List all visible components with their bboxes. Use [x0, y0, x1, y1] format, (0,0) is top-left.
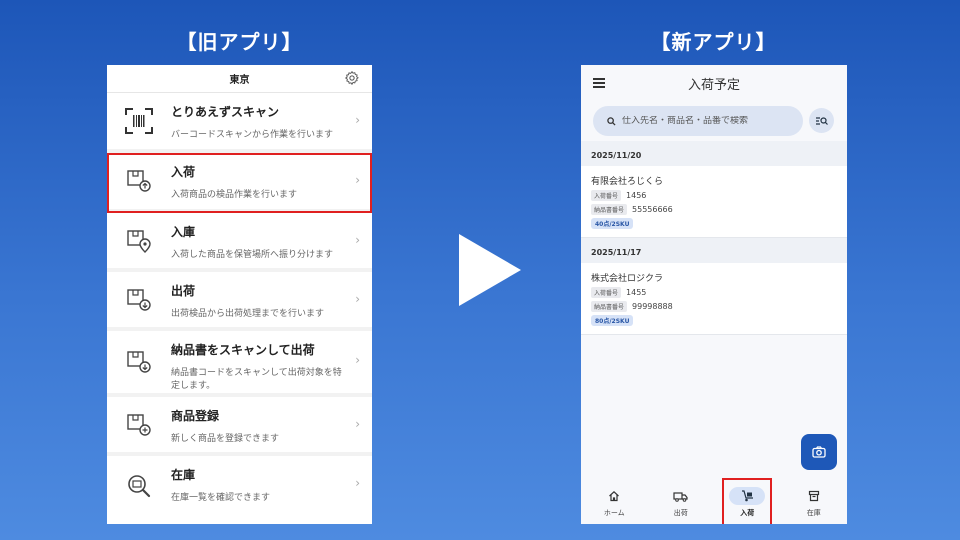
menu-item-desc: バーコードスキャンから作業を行います — [171, 130, 334, 140]
search-icon — [607, 116, 616, 126]
box-add-icon — [107, 397, 171, 452]
nav-label: ホーム — [603, 509, 625, 517]
chevron-right-icon: › — [355, 417, 360, 431]
menu-item-desc: 入荷商品の検品作業を行います — [171, 190, 298, 200]
app-bar: 入荷予定 — [581, 65, 847, 101]
arrival-no: 1455 — [626, 288, 647, 297]
camera-fab-button[interactable] — [801, 434, 837, 470]
menu-item-title: 入荷 — [171, 165, 196, 179]
menu-item-stock-in[interactable]: 入庫 入荷した商品を保管場所へ振り分けます › — [107, 213, 372, 272]
camera-icon — [812, 446, 826, 458]
old-app-heading: 【旧アプリ】 — [176, 30, 303, 54]
old-app-header: 東京 — [107, 65, 372, 93]
chevron-right-icon: › — [355, 173, 360, 187]
chevron-right-icon: › — [355, 476, 360, 490]
menu-item-title: 納品書をスキャンして出荷 — [171, 343, 315, 357]
search-bar[interactable] — [593, 106, 803, 136]
arrival-no: 1456 — [626, 191, 647, 200]
quantity-badge: 80点/2SKU — [591, 315, 634, 326]
menu-item-desc: 納品書コードをスキャンして出荷対象を特定します。 — [171, 368, 342, 391]
quantity-badge: 40点/2SKU — [591, 218, 634, 229]
menu-item-title: 在庫 — [171, 468, 196, 482]
menu-icon[interactable] — [593, 78, 605, 88]
box-icon — [796, 487, 832, 505]
chevron-right-icon: › — [355, 353, 360, 367]
box-invoice-icon — [107, 331, 171, 393]
arrival-list: 2025/11/20 有限会社ろじくら 入荷番号 1456 納品書番号 5555… — [581, 141, 847, 335]
nav-label: 在庫 — [806, 509, 821, 517]
date-header: 2025/11/20 — [581, 141, 847, 166]
new-app-screen: 入荷予定 2025/11/20 有限会社ろじくら 入荷番号 1456 — [581, 65, 847, 524]
arrival-no-label: 入荷番号 — [591, 287, 622, 298]
nav-home[interactable]: ホーム — [581, 478, 648, 524]
menu-item-invoice-shipping[interactable]: 納品書をスキャンして出荷 納品書コードをスキャンして出荷対象を特定します。 › — [107, 331, 372, 397]
menu-item-product-register[interactable]: 商品登録 新しく商品を登録できます › — [107, 397, 372, 456]
home-icon — [596, 487, 632, 505]
list-item[interactable]: 株式会社ロジクラ 入荷番号 1455 納品書番号 99998888 80点/2S… — [581, 263, 847, 335]
barcode-scan-icon — [107, 93, 171, 149]
menu-item-inventory[interactable]: 在庫 在庫一覧を確認できます › — [107, 456, 372, 518]
inventory-search-icon — [107, 456, 171, 514]
search-input[interactable] — [622, 116, 792, 126]
menu-item-desc: 入荷した商品を保管場所へ振り分けます — [171, 250, 334, 260]
search-row — [581, 101, 847, 141]
delivery-no: 99998888 — [632, 302, 673, 311]
menu-item-desc: 出荷検品から出荷処理までを行います — [171, 309, 325, 319]
box-shipping-icon — [107, 272, 171, 327]
old-app-screen: 東京 とりあえずスキャン バーコードスキャンから作業を行います › 入荷 入荷商… — [107, 65, 372, 524]
nav-label: 出荷 — [673, 509, 688, 517]
menu-item-desc: 新しく商品を登録できます — [171, 434, 280, 444]
menu-item-title: 商品登録 — [171, 409, 220, 423]
delivery-no-label: 納品書番号 — [591, 204, 628, 215]
transition-arrow — [459, 234, 521, 306]
menu-item-title: とりあえずスキャン — [171, 105, 280, 119]
bottom-nav: ホーム 出荷 入荷 在庫 — [581, 478, 847, 524]
delivery-no-label: 納品書番号 — [591, 301, 628, 312]
supplier-name: 有限会社ろじくら — [591, 177, 664, 187]
menu-item-quick-scan[interactable]: とりあえずスキャン バーコードスキャンから作業を行います › — [107, 93, 372, 153]
delivery-no: 55556666 — [632, 205, 673, 214]
supplier-name: 株式会社ロジクラ — [591, 274, 664, 284]
menu-item-title: 出荷 — [171, 284, 196, 298]
page-title: 入荷予定 — [687, 77, 740, 93]
arrival-no-label: 入荷番号 — [591, 190, 622, 201]
menu-item-desc: 在庫一覧を確認できます — [171, 493, 271, 503]
new-app-heading: 【新アプリ】 — [650, 30, 777, 54]
menu-item-arrival[interactable]: 入荷 入荷商品の検品作業を行います › — [107, 153, 372, 213]
list-item[interactable]: 有限会社ろじくら 入荷番号 1456 納品書番号 55556666 40点/2S… — [581, 166, 847, 238]
nav-label: 入荷 — [740, 509, 755, 517]
chevron-right-icon: › — [355, 233, 360, 247]
menu-item-title: 入庫 — [171, 225, 196, 239]
nav-shipping[interactable]: 出荷 — [648, 478, 715, 524]
box-arrival-icon — [107, 153, 171, 209]
filter-search-icon[interactable] — [809, 108, 834, 133]
nav-arrival[interactable]: 入荷 — [714, 478, 781, 524]
chevron-right-icon: › — [355, 113, 360, 127]
truck-icon — [663, 487, 699, 505]
nav-inventory[interactable]: 在庫 — [781, 478, 848, 524]
location-title: 東京 — [229, 75, 250, 86]
gear-icon[interactable] — [344, 70, 360, 86]
menu-item-shipping[interactable]: 出荷 出荷検品から出荷処理までを行います › — [107, 272, 372, 331]
dolly-icon — [729, 487, 766, 505]
box-location-icon — [107, 213, 171, 268]
date-header: 2025/11/17 — [581, 238, 847, 263]
chevron-right-icon: › — [355, 292, 360, 306]
